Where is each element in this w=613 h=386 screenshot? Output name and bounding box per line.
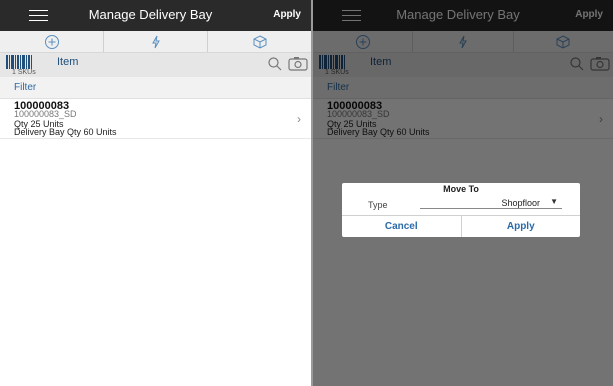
filter-row[interactable]: Filter (0, 77, 311, 99)
add-button[interactable] (0, 31, 104, 52)
item-field-label[interactable]: Item (57, 56, 78, 68)
page-title: Manage Delivery Bay (88, 7, 213, 22)
search-icon[interactable] (267, 56, 283, 72)
menu-icon[interactable] (29, 10, 48, 21)
screen-list: Manage Delivery Bay Apply Item 1 SKUs Fi… (0, 0, 311, 386)
quick-action-button[interactable] (104, 31, 208, 52)
cancel-button[interactable]: Cancel (342, 216, 461, 237)
camera-icon[interactable] (288, 56, 308, 72)
dialog-buttons: Cancel Apply (342, 215, 580, 237)
plus-circle-icon (44, 34, 59, 49)
move-to-dialog: Move To Type Shopfloor ▼ Cancel Apply (342, 183, 580, 237)
barcode-icon[interactable] (6, 55, 34, 69)
type-label: Type (368, 200, 388, 210)
type-select[interactable]: Shopfloor ▼ (420, 197, 562, 209)
screen-move-dialog: Manage Delivery Bay Apply Item 1 SKUs Fi… (313, 0, 613, 386)
sku-count: 1 SKUs (12, 69, 36, 76)
dropdown-arrow-icon: ▼ (550, 197, 558, 206)
type-select-value: Shopfloor (501, 198, 540, 208)
apply-button[interactable]: Apply (273, 9, 301, 20)
sku-sub-id: 100000083_SD (14, 109, 77, 119)
action-bar (0, 31, 311, 53)
dialog-title: Move To (443, 184, 479, 194)
cube-icon (253, 34, 266, 49)
delivery-bay-qty: Delivery Bay Qty 60 Units (14, 127, 117, 137)
filter-link[interactable]: Filter (14, 82, 36, 93)
chevron-right-icon: › (297, 112, 301, 126)
lightning-icon (151, 35, 160, 48)
item-scan-bar: Item 1 SKUs (0, 53, 311, 77)
app-header: Manage Delivery Bay Apply (0, 0, 311, 31)
container-button[interactable] (208, 31, 311, 52)
list-item[interactable]: 100000083 100000083_SD Qty 25 Units Deli… (0, 99, 311, 139)
dialog-apply-button[interactable]: Apply (460, 216, 581, 237)
